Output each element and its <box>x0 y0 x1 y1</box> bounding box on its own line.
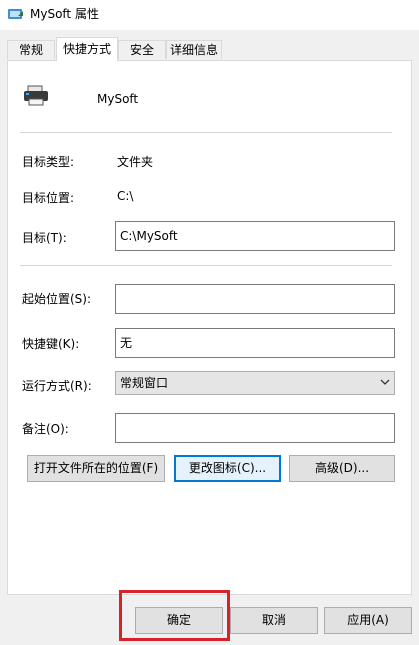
shortcut-key-input[interactable]: 无 <box>115 328 395 358</box>
cancel-button[interactable]: 取消 <box>230 607 318 634</box>
start-in-label: 起始位置(S): <box>22 292 92 306</box>
run-label: 运行方式(R): <box>22 379 92 393</box>
shortcut-key-label: 快捷键(K): <box>22 337 80 351</box>
target-input[interactable]: C:\MySoft <box>115 221 395 251</box>
window-title: MySoft 属性 <box>30 7 99 21</box>
shortcut-app-icon <box>8 9 23 19</box>
change-icon-button[interactable]: 更改图标(C)... <box>174 455 281 482</box>
open-file-location-button[interactable]: 打开文件所在的位置(F) <box>27 455 165 482</box>
chevron-down-icon <box>380 379 390 385</box>
tab-shortcut[interactable]: 快捷方式 <box>56 37 118 61</box>
printer-app-icon <box>24 85 48 106</box>
start-in-input[interactable] <box>115 284 395 314</box>
target-type-value: 文件夹 <box>117 155 154 169</box>
apply-button[interactable]: 应用(A) <box>324 607 412 634</box>
tab-strip: 常规 快捷方式 安全 详细信息 <box>0 30 419 61</box>
comment-input[interactable] <box>115 413 395 443</box>
divider <box>20 265 392 266</box>
title-bar: MySoft 属性 <box>0 0 419 30</box>
run-select-value: 常规窗口 <box>120 376 169 390</box>
tab-details[interactable]: 详细信息 <box>166 40 222 59</box>
run-select[interactable]: 常规窗口 <box>115 371 395 395</box>
advanced-button[interactable]: 高级(D)... <box>289 455 395 482</box>
comment-label: 备注(O): <box>22 422 69 436</box>
ok-button[interactable]: 确定 <box>135 607 223 634</box>
target-type-label: 目标类型: <box>22 155 75 169</box>
divider <box>20 132 392 133</box>
target-label: 目标(T): <box>22 231 67 245</box>
target-location-value: C:\ <box>117 189 134 203</box>
app-name: MySoft <box>97 92 139 106</box>
tab-general[interactable]: 常规 <box>7 40 55 59</box>
tab-security[interactable]: 安全 <box>118 40 166 59</box>
target-location-label: 目标位置: <box>22 191 75 205</box>
